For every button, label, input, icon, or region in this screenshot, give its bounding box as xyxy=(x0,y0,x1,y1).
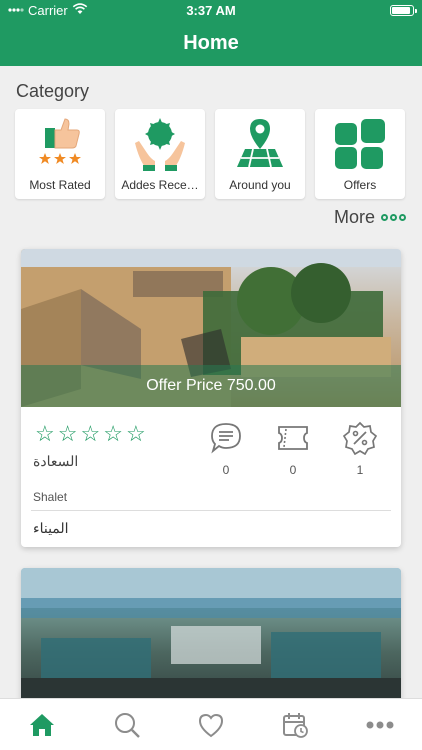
home-icon xyxy=(30,713,55,736)
hands-badge-icon xyxy=(135,118,185,171)
star-outline-icon: ☆ xyxy=(103,421,123,446)
star-outline-icon: ☆ xyxy=(57,421,78,446)
page-title: Home xyxy=(183,32,239,54)
category-label: Offers xyxy=(343,178,377,192)
tickets-count: 0 xyxy=(289,463,297,477)
grid-icon xyxy=(335,119,385,169)
calendar-icon xyxy=(283,712,309,738)
more-icon xyxy=(366,721,394,728)
tab-more[interactable] xyxy=(338,699,422,750)
listing-card[interactable] xyxy=(21,568,401,708)
more-link[interactable]: More xyxy=(334,207,406,228)
category-label: Most Rated xyxy=(29,178,91,192)
star-outline-icon: ☆ xyxy=(35,421,55,446)
listing-photo xyxy=(21,568,401,708)
rating-stars: ☆ ☆ ☆ ☆ ☆ xyxy=(35,421,146,447)
more-label: More xyxy=(333,207,375,227)
ticket-icon xyxy=(278,426,308,450)
listing-details: ☆ ☆ ☆ ☆ ☆ السعادة 0 0 1 Shalet الميناء xyxy=(21,407,401,547)
category-label: Addes Rece… xyxy=(121,178,199,192)
tab-favorites[interactable] xyxy=(169,699,253,750)
divider xyxy=(31,510,391,511)
tab-search[interactable] xyxy=(84,699,168,750)
status-time: 3:37 AM xyxy=(186,3,236,18)
chat-bubble-icon xyxy=(211,423,241,454)
comments-stat[interactable]: 0 xyxy=(201,421,251,477)
discount-count: 1 xyxy=(356,463,364,477)
wifi-icon xyxy=(72,3,88,18)
app-header: Carrier 3:37 AM Home xyxy=(0,0,422,66)
category-row: Most Rated Addes Rece… Around you Offers xyxy=(15,109,407,201)
category-added-recently[interactable]: Addes Rece… xyxy=(115,109,205,199)
tab-home[interactable] xyxy=(0,699,84,750)
comments-count: 0 xyxy=(222,463,230,477)
listing-area: الميناء xyxy=(33,520,69,536)
star-outline-icon: ☆ xyxy=(80,421,101,446)
map-pin-icon xyxy=(237,119,283,168)
listing-type: Shalet xyxy=(33,490,68,504)
discount-stat[interactable]: 1 xyxy=(335,421,385,477)
tab-bar xyxy=(0,698,422,750)
category-around-you[interactable]: Around you xyxy=(215,109,305,199)
star-outline-icon: ☆ xyxy=(125,421,146,446)
status-bar: Carrier 3:37 AM xyxy=(0,3,422,19)
offer-price-text: Offer Price 750.00 xyxy=(146,377,276,394)
thumbs-up-rating-icon xyxy=(39,118,81,164)
signal-icon xyxy=(8,3,24,18)
category-label: Around you xyxy=(229,178,291,192)
heart-icon xyxy=(199,713,224,737)
more-dots-icon xyxy=(381,214,406,221)
percent-badge-icon xyxy=(342,421,378,456)
category-title: Category xyxy=(16,81,90,101)
listing-name: السعادة xyxy=(33,453,79,469)
tickets-stat[interactable]: 0 xyxy=(268,421,318,477)
listing-photo: Offer Price 750.00 xyxy=(21,249,401,407)
search-icon xyxy=(114,712,140,738)
tab-bookings[interactable] xyxy=(253,699,337,750)
carrier-label: Carrier xyxy=(28,3,68,18)
offer-price-bar: Offer Price 750.00 xyxy=(21,365,401,407)
category-offers[interactable]: Offers xyxy=(315,109,405,199)
listing-card[interactable]: Offer Price 750.00 ☆ ☆ ☆ ☆ ☆ السعادة 0 0 xyxy=(21,249,401,547)
category-most-rated[interactable]: Most Rated xyxy=(15,109,105,199)
battery-icon xyxy=(390,5,417,16)
